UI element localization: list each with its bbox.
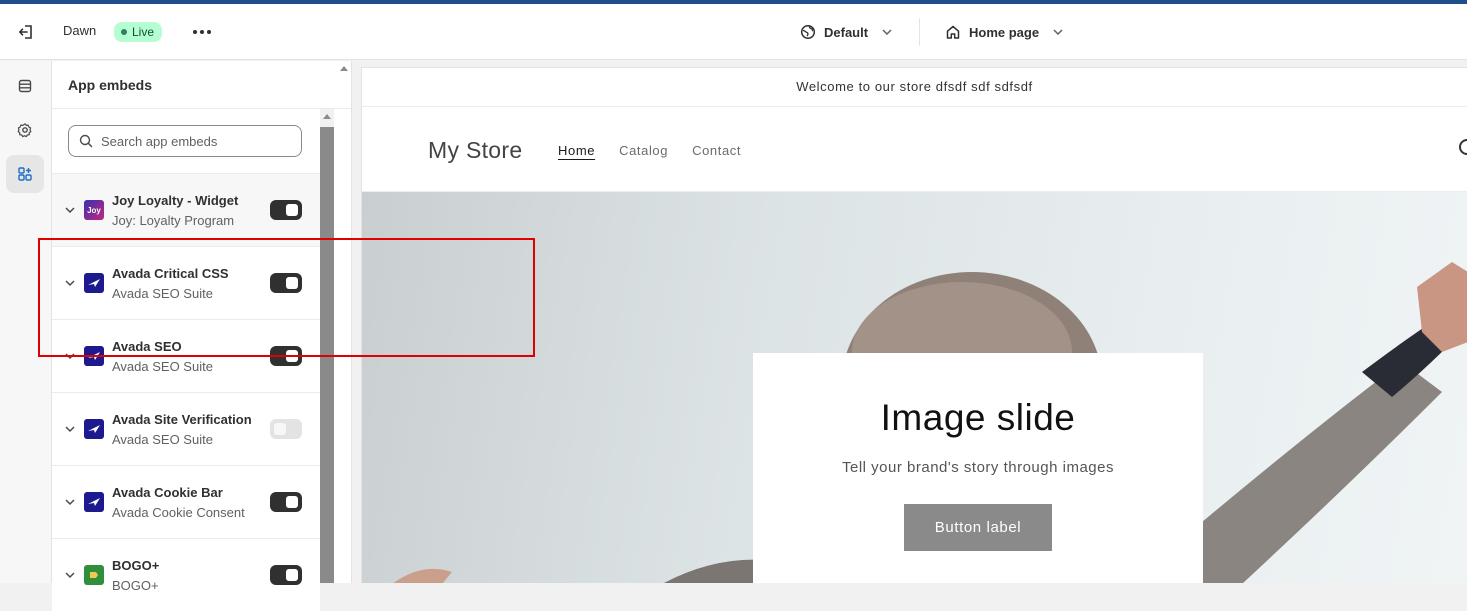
app-embed-title: Avada Site Verification	[112, 412, 252, 427]
more-actions-button[interactable]	[190, 21, 214, 43]
panel-scroll-up-arrow[interactable]	[340, 66, 348, 71]
search-icon[interactable]	[1459, 139, 1467, 155]
exit-icon	[19, 25, 32, 39]
locale-selector[interactable]: Default	[800, 20, 892, 44]
store-header: My Store Home Catalog Contact	[362, 107, 1467, 192]
app-embed-title: Avada Cookie Bar	[112, 485, 223, 500]
avada-logo-icon	[84, 492, 104, 512]
app-embed-subtitle: Avada SEO Suite	[112, 432, 213, 447]
app-embed-title: Avada Critical CSS	[112, 266, 229, 281]
app-embed-item[interactable]: Avada SEO Avada SEO Suite	[52, 319, 320, 392]
app-embed-title: Avada SEO	[112, 339, 182, 354]
app-embed-subtitle: BOGO+	[112, 578, 159, 593]
avada-logo-icon	[84, 419, 104, 439]
page-selector[interactable]: Home page	[945, 20, 1063, 44]
store-name[interactable]: My Store	[428, 137, 522, 164]
home-icon	[946, 25, 960, 39]
app-embed-toggle[interactable]	[270, 346, 302, 366]
app-embeds-panel: App embeds Joy Joy Loyalty - Widget Joy:…	[52, 61, 352, 611]
avada-logo-icon	[84, 273, 104, 293]
rail-sections-button[interactable]	[6, 67, 44, 105]
chevron-down-icon[interactable]	[64, 423, 76, 435]
gear-icon	[17, 123, 32, 138]
page-label: Home page	[969, 24, 1040, 40]
hero-slideshow: Image slide Tell your brand's story thro…	[362, 192, 1467, 583]
hero-title: Image slide	[880, 397, 1076, 438]
app-embed-subtitle: Avada SEO Suite	[112, 286, 213, 301]
list-scroll-up-arrow[interactable]	[323, 114, 331, 119]
chevron-down-icon[interactable]	[64, 277, 76, 289]
nav-link-contact[interactable]: Contact	[692, 143, 741, 158]
app-embed-toggle[interactable]	[270, 419, 302, 439]
app-embed-item[interactable]: Joy Joy Loyalty - Widget Joy: Loyalty Pr…	[52, 173, 320, 246]
editor-sidebar-rail	[0, 61, 52, 583]
app-embed-toggle[interactable]	[270, 200, 302, 220]
app-embed-subtitle: Avada SEO Suite	[112, 359, 213, 374]
panel-title: App embeds	[52, 61, 351, 109]
chevron-down-icon	[882, 29, 892, 35]
app-embed-subtitle: Avada Cookie Consent	[112, 505, 245, 520]
search-field[interactable]	[68, 125, 302, 157]
chevron-down-icon[interactable]	[64, 569, 76, 581]
app-embed-toggle[interactable]	[270, 565, 302, 585]
chevron-down-icon[interactable]	[64, 350, 76, 362]
globe-icon	[800, 24, 816, 40]
editor-topbar: Dawn Live Default Home page	[0, 4, 1467, 60]
app-embed-subtitle: Joy: Loyalty Program	[112, 213, 235, 228]
topbar-divider	[919, 18, 920, 46]
app-embed-item[interactable]: Avada Critical CSS Avada SEO Suite	[52, 246, 320, 319]
avada-logo-icon	[84, 346, 104, 366]
live-dot	[121, 29, 127, 35]
joy-logo-icon: Joy	[84, 200, 104, 220]
live-badge: Live	[114, 22, 163, 42]
hero-subtitle: Tell your brand's story through images	[842, 459, 1114, 476]
nav-link-home[interactable]: Home	[558, 143, 595, 158]
search-icon	[79, 134, 93, 148]
chevron-down-icon[interactable]	[64, 204, 76, 216]
store-nav: Home Catalog Contact	[558, 143, 741, 158]
more-horizontal-icon	[193, 30, 197, 34]
app-embed-title: BOGO+	[112, 558, 160, 573]
locale-label: Default	[824, 24, 869, 40]
apps-icon	[18, 167, 32, 181]
app-embed-item[interactable]: Avada Cookie Bar Avada Cookie Consent	[52, 465, 320, 538]
hero-content-box: Image slide Tell your brand's story thro…	[753, 353, 1203, 583]
app-embed-title: Joy Loyalty - Widget	[112, 193, 239, 208]
theme-name: Dawn	[63, 23, 97, 38]
nav-link-catalog[interactable]: Catalog	[619, 143, 668, 158]
hero-button[interactable]: Button label	[904, 504, 1052, 551]
app-embeds-list: Joy Joy Loyalty - Widget Joy: Loyalty Pr…	[52, 173, 320, 611]
chevron-down-icon[interactable]	[64, 496, 76, 508]
storefront-preview: Welcome to our store dfsdf sdf sdfsdf My…	[361, 67, 1467, 583]
app-embed-toggle[interactable]	[270, 492, 302, 512]
bogo-logo-icon	[84, 565, 104, 585]
search-input[interactable]	[101, 133, 281, 149]
rail-app-embeds-button[interactable]	[6, 155, 44, 193]
chevron-down-icon	[1053, 29, 1063, 35]
app-embed-item[interactable]: Avada Site Verification Avada SEO Suite	[52, 392, 320, 465]
app-embed-toggle[interactable]	[270, 273, 302, 293]
announcement-bar: Welcome to our store dfsdf sdf sdfsdf	[362, 68, 1467, 107]
exit-button[interactable]	[14, 21, 38, 43]
sections-icon	[18, 79, 32, 93]
rail-theme-settings-button[interactable]	[6, 111, 44, 149]
app-embed-item[interactable]: BOGO+ BOGO+	[52, 538, 320, 611]
panel-scrollbar-thumb[interactable]	[320, 127, 334, 583]
live-label: Live	[132, 25, 155, 39]
